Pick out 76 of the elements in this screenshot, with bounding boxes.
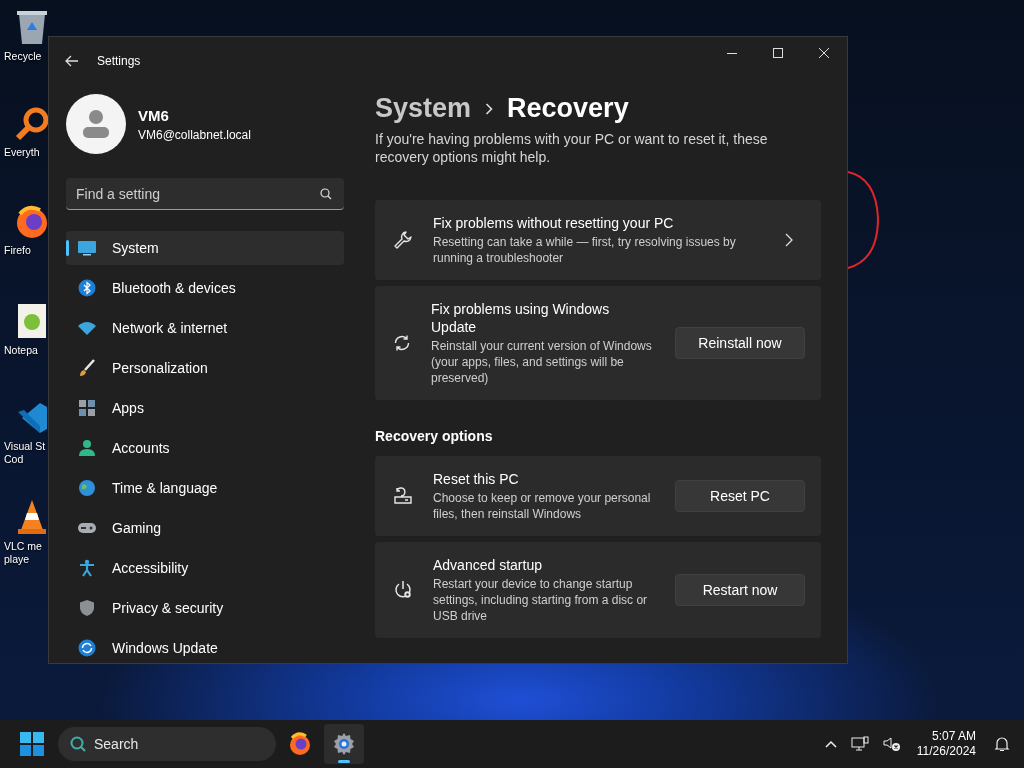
notification-bell-icon[interactable] [992,734,1012,754]
window-title: Settings [97,54,141,68]
nav-item[interactable]: Windows Update [66,631,344,663]
card-description: Resetting can take a while — first, try resolving issues by running a troubleshooter [433,234,737,266]
monitor-icon [77,240,97,256]
globe-icon [78,479,96,497]
desktop-icon-label[interactable]: Firefo [4,244,31,257]
user-name: VM6 [138,106,170,124]
card-description: Restart your device to change startup settings, including starting from a disc or USB drive [433,576,649,624]
avatar [66,94,126,154]
breadcrumb-link[interactable]: System [375,93,472,124]
page-title: Recovery [507,93,629,124]
accessibility-icon [78,559,96,577]
card-description: Reinstall your current version of Windows (your apps, files, and settings will be preserved) [431,338,653,386]
chevron-icon [485,102,494,115]
browser-icon [288,732,312,756]
chevron-icon [785,233,793,247]
nav-item[interactable]: Personalization [66,351,344,385]
back-arrow-icon [65,55,79,67]
start-button[interactable] [18,730,46,758]
game-controller-icon [77,521,97,535]
card-title: Advanced startup [433,556,543,574]
gear-icon [332,732,356,756]
close-icon [819,48,829,58]
recycle-bin-icon [15,8,49,46]
nav-item[interactable]: Accessibility [66,551,344,585]
desktop-icon-label[interactable]: VLC me playe [4,540,42,566]
nav-item[interactable]: Privacy & security [66,591,344,625]
sync-icon [393,334,411,352]
nav-item[interactable]: Bluetooth & devices [66,271,344,305]
maximize-icon [773,48,783,58]
shield-icon [79,599,95,617]
network-icon[interactable] [848,734,871,754]
minimize-icon [727,52,737,54]
card-title: Fix problems without resetting your PC [433,214,675,232]
clock-time[interactable]: 5:07 AM [931,729,976,744]
card-title: Reset this PC [433,470,520,488]
reset-icon [393,487,413,505]
desktop-icon-label[interactable]: Recycle [4,50,42,63]
wifi-icon [77,320,97,336]
windows-logo-icon [20,732,44,756]
clock-date[interactable]: 11/26/2024 [916,744,976,759]
action-button[interactable]: Restart now [675,574,805,606]
nav-item[interactable]: Gaming [66,511,344,545]
card-description: Choose to keep or remove your personal files, then reinstall Windows [433,490,652,522]
nav-item[interactable]: Accounts [66,431,344,465]
search-icon [320,188,332,200]
user-email: VM6@collabnet.local [138,127,251,142]
desktop-icon-label[interactable]: Everyth [4,146,40,159]
intro-text: If you're having problems with your PC or want to reset it, these recovery options might help. [375,130,769,166]
wrench-icon [393,230,413,250]
notepad-icon [16,302,48,340]
nav-item[interactable]: System [66,231,344,265]
action-button[interactable]: Reset PC [675,480,805,512]
magnifier-icon [14,106,50,142]
nav-item[interactable]: Time & language [66,471,344,505]
card-title: Fix problems using Windows Update [431,300,611,336]
action-button[interactable]: Reinstall now [675,327,805,359]
traffic-cone-icon [15,498,49,536]
apps-grid-icon [78,399,96,417]
browser-icon [14,204,50,240]
speaker-muted-icon[interactable] [880,734,903,754]
bluetooth-icon [78,279,96,297]
desktop-icon-label[interactable]: Visual St Cod [4,440,46,466]
taskbar-app-button[interactable] [324,724,364,764]
power-gear-icon [393,580,413,600]
person-icon [78,439,96,457]
paintbrush-icon [78,359,96,377]
nav-item[interactable]: Apps [66,391,344,425]
setting-card[interactable]: Fix problems without resetting your PC Resetting can take a while — first, try resolving issues by running a troubleshooter [375,200,821,280]
settings-search-field[interactable]: Find a setting [66,178,344,210]
sync-icon [78,639,96,657]
desktop-icon-label[interactable]: Notepa [4,344,38,357]
nav-item[interactable]: Network & internet [66,311,344,345]
section-heading: Recovery options [375,428,494,444]
taskbar-search-field[interactable]: Search [58,727,276,761]
